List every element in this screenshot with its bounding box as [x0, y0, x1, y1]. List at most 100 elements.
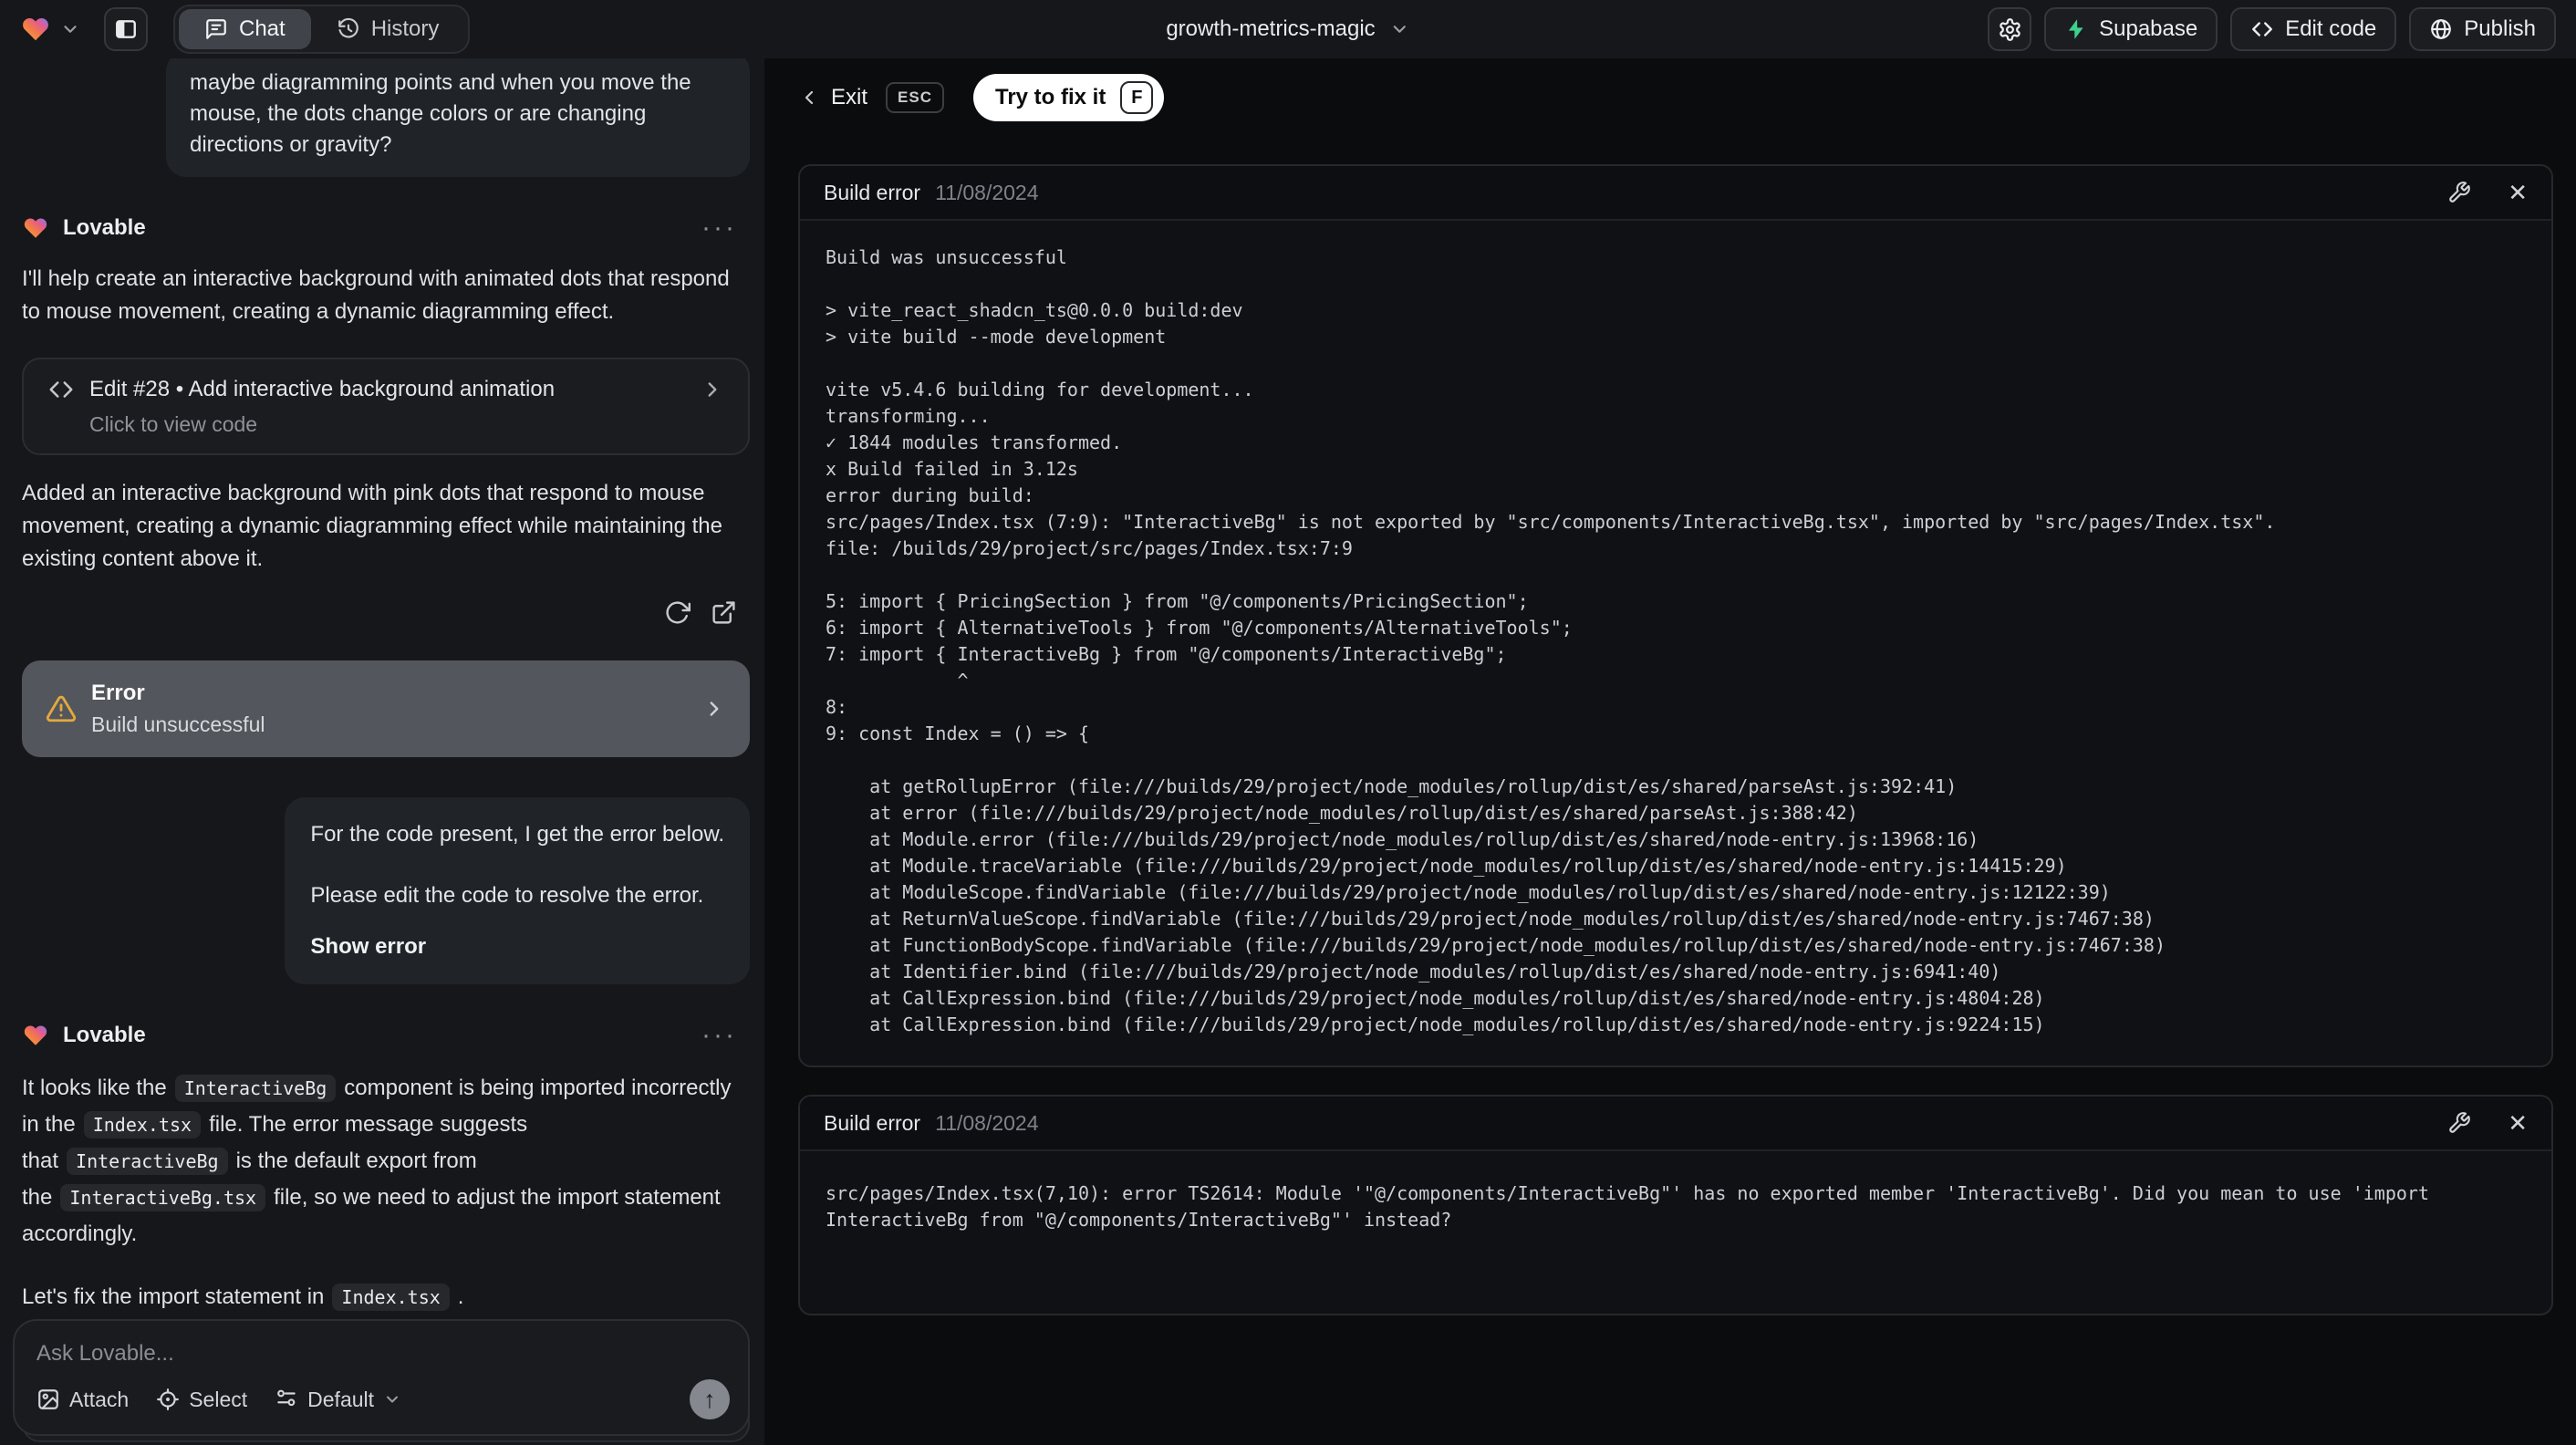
- top-bar: Chat History growth-metrics-magic Supaba…: [0, 0, 2576, 58]
- lovable-logo-menu[interactable]: [20, 15, 80, 44]
- attach-label: Attach: [69, 1387, 130, 1411]
- build-error-panel-1: Build error 11/08/2024 ✕ Build was unsuc…: [798, 164, 2553, 1067]
- history-icon: [337, 17, 360, 41]
- text-segment: It looks like the: [22, 1076, 167, 1100]
- error-subtitle: Build unsuccessful: [91, 712, 265, 736]
- publish-label: Publish: [2464, 16, 2536, 41]
- composer-controls: Attach Select Default ↑: [36, 1379, 730, 1419]
- user-message: For the code present, I get the error be…: [285, 797, 750, 984]
- attach-button[interactable]: Attach: [36, 1388, 129, 1412]
- inline-code: InteractiveBg: [67, 1148, 228, 1175]
- panel-left-icon: [114, 17, 138, 41]
- tab-history[interactable]: History: [311, 9, 465, 49]
- assistant-paragraph: It looks like the InteractiveBg component …: [22, 1070, 750, 1252]
- assistant-paragraph: Added an interactive background with pin…: [22, 481, 722, 571]
- text-segment: Let's fix the import statement in: [22, 1284, 325, 1309]
- wrench-icon[interactable]: [2447, 1111, 2471, 1135]
- inline-code: InteractiveBg: [174, 1075, 337, 1102]
- edit-card-title: Edit #28 • Add interactive background an…: [89, 377, 556, 401]
- supabase-button[interactable]: Supabase: [2044, 7, 2218, 51]
- assistant-paragraph: I'll help create an interactive backgrou…: [22, 266, 730, 324]
- settings-button[interactable]: [1988, 7, 2032, 51]
- chevron-down-icon: [60, 19, 80, 39]
- edit-code-button[interactable]: Edit code: [2230, 7, 2397, 51]
- publish-button[interactable]: Publish: [2409, 7, 2556, 51]
- chevron-down-icon: [383, 1390, 401, 1409]
- assistant-header: Lovable ···: [22, 214, 750, 242]
- edit-card-28[interactable]: Edit #28 • Add interactive background an…: [22, 358, 750, 455]
- build-error-card[interactable]: Error Build unsuccessful: [22, 660, 750, 757]
- select-button[interactable]: Select: [156, 1388, 247, 1412]
- lovable-heart-icon: [22, 1023, 49, 1048]
- exit-label: Exit: [831, 85, 868, 109]
- log-text: src/pages/Index.tsx(7,10): error TS2614:…: [826, 1182, 2441, 1231]
- f-key-hint: F: [1120, 81, 1154, 114]
- inline-code: InteractiveBg.tsx: [60, 1184, 266, 1211]
- more-options-icon[interactable]: ···: [701, 1022, 737, 1049]
- log-text: Build was unsuccessful > vite_react_shad…: [826, 246, 2276, 1035]
- inline-code: Index.tsx: [332, 1284, 450, 1311]
- mode-selector[interactable]: Default: [275, 1388, 401, 1412]
- build-error-header: Build error 11/08/2024 ✕: [800, 1097, 2551, 1151]
- assistant-paragraph: Let's fix the import statement in Index.t…: [22, 1279, 750, 1315]
- build-error-title: Build error: [824, 1110, 921, 1135]
- project-switcher[interactable]: growth-metrics-magic: [1166, 0, 1409, 58]
- exit-button[interactable]: Exit: [798, 85, 867, 110]
- tab-chat-label: Chat: [239, 16, 286, 41]
- user-message-line: For the code present, I get the error be…: [310, 822, 724, 847]
- build-error-date: 11/08/2024: [935, 180, 1039, 204]
- send-button[interactable]: ↑: [690, 1379, 730, 1419]
- supabase-label: Supabase: [2099, 16, 2198, 41]
- assistant-header: Lovable ···: [22, 1022, 750, 1049]
- close-icon[interactable]: ✕: [2508, 181, 2528, 204]
- gear-icon: [1998, 17, 2022, 42]
- open-external-icon[interactable]: [711, 599, 737, 626]
- build-error-log: Build was unsuccessful > vite_react_shad…: [800, 221, 2551, 1062]
- build-error-title: Build error: [824, 180, 921, 204]
- image-icon: [36, 1388, 60, 1411]
- build-error-header: Build error 11/08/2024 ✕: [800, 166, 2551, 221]
- build-error-date: 11/08/2024: [935, 1110, 1039, 1135]
- show-error-link[interactable]: Show error: [310, 931, 724, 962]
- error-title: Error: [91, 681, 145, 705]
- composer: Attach Select Default: [13, 1319, 750, 1436]
- toggle-sidebar-button[interactable]: [104, 7, 148, 51]
- build-error-log: src/pages/Index.tsx(7,10): error TS2614:…: [800, 1151, 2551, 1263]
- chevron-left-icon: [798, 87, 820, 109]
- more-options-icon[interactable]: ···: [701, 214, 737, 242]
- chat-input[interactable]: [36, 1341, 726, 1381]
- assistant-name: Lovable: [63, 215, 146, 240]
- inline-code: Index.tsx: [83, 1111, 202, 1138]
- try-to-fix-button[interactable]: Try to fix it F: [972, 74, 1165, 121]
- chat-bubble-icon: [204, 17, 228, 41]
- chat-scroll-area[interactable]: maybe diagramming points and when you mo…: [0, 58, 764, 1445]
- message-actions: [22, 599, 750, 626]
- edit-code-label: Edit code: [2285, 16, 2377, 41]
- build-error-panel-2: Build error 11/08/2024 ✕ src/pages/Index…: [798, 1095, 2553, 1315]
- fix-panel-header: Exit ESC Try to fix it F: [798, 74, 1165, 121]
- tab-chat[interactable]: Chat: [179, 9, 311, 49]
- chevron-down-icon: [1390, 19, 1410, 39]
- target-icon: [156, 1388, 180, 1411]
- wrench-icon[interactable]: [2447, 181, 2471, 204]
- code-brackets-icon: [47, 376, 75, 403]
- text-segment: .: [457, 1284, 464, 1309]
- lovable-heart-icon: [20, 15, 51, 44]
- close-icon[interactable]: ✕: [2508, 1111, 2528, 1135]
- topbar-actions: Supabase Edit code Publish: [1988, 7, 2556, 51]
- supabase-bolt-icon: [2064, 17, 2088, 41]
- chat-history-tabs: Chat History: [173, 5, 471, 54]
- lovable-heart-icon: [22, 215, 49, 241]
- globe-icon: [2429, 17, 2453, 41]
- refresh-icon[interactable]: [664, 599, 691, 626]
- code-brackets-icon: [2250, 17, 2274, 41]
- chevron-right-icon: [701, 378, 724, 401]
- lovable-app: Chat History growth-metrics-magic Supaba…: [0, 0, 2576, 1445]
- edit-card-subtitle: Click to view code: [89, 412, 258, 436]
- try-to-fix-label: Try to fix it: [994, 85, 1106, 109]
- warning-triangle-icon: [46, 693, 77, 724]
- project-name: growth-metrics-magic: [1166, 16, 1376, 41]
- chevron-right-icon: [702, 697, 726, 721]
- select-label: Select: [189, 1387, 248, 1411]
- assistant-name: Lovable: [63, 1023, 146, 1047]
